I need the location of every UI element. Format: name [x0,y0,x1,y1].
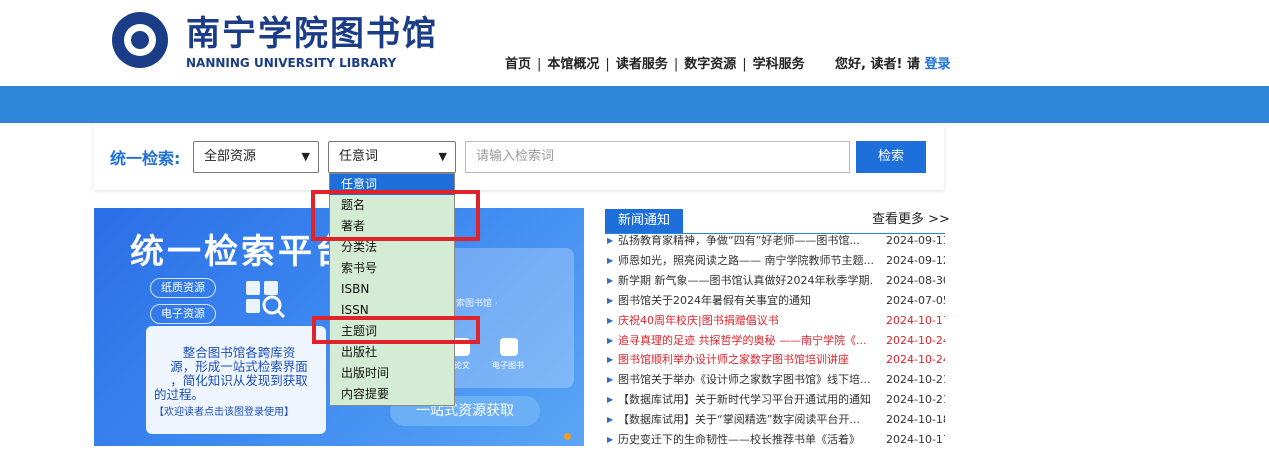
news-item[interactable]: ▶ 历史变迁下的生命韧性——校长推荐书单《活着》 2024-10-17 [605,432,945,448]
login-link[interactable]: 登录 [924,57,950,72]
news-divider [605,233,945,234]
news-item[interactable]: ▶ 庆祝40周年校庆|图书捐赠倡议书 2024-10-17 [605,313,945,329]
news-item[interactable]: ▶ 【数据库试用】关于“掌阅精选”数字阅读平台开... 2024-10-18 [605,412,945,428]
news-title[interactable]: 历史变迁下的生命韧性——校长推荐书单《活着》 [618,432,873,448]
banner-hint: 【欢迎读者点击该图登录使用】 [154,407,294,418]
bullet-triangle-icon: ▶ [607,375,614,385]
carousel-dot[interactable] [564,433,571,440]
news-title[interactable]: 【数据库试用】关于新时代学习平台开通试用的通知 [618,392,873,408]
nav-subject-services[interactable]: 学科服务 [753,57,805,72]
news-date: 2024-10-17 [886,433,945,446]
library-name-cn: 南宁学院图书馆 [186,14,438,54]
news-more-link[interactable]: 查看更多 >> [872,211,950,229]
news-title[interactable]: 图书馆关于2024年暑假有关事宜的通知 [618,293,873,309]
bullet-triangle-icon: ▶ [607,255,614,265]
news-item[interactable]: ▶ 【数据库试用】关于新时代学习平台开通试用的通知 2024-10-21 [605,392,945,408]
bullet-triangle-icon: ▶ [607,395,614,405]
nav-home[interactable]: 首页 [505,57,531,72]
highlight-box-title-author [311,190,480,241]
news-date: 2024-10-21 [886,373,945,387]
news-title[interactable]: 庆祝40周年校庆|图书捐赠倡议书 [618,313,873,329]
search-book-icon [246,281,286,318]
news-item[interactable]: ▶ 图书馆顺利举办设计师之家数字图书馆培训讲座 2024-10-24 [605,352,945,368]
bullet-triangle-icon: ▶ [607,335,614,345]
option-pub-date[interactable]: 出版时间 [330,363,454,384]
news-date: 2024-08-30 [886,273,945,287]
search-label: 统一检索: [110,149,181,168]
nav-digital-resources[interactable]: 数字资源 [684,57,736,72]
news-title[interactable]: 弘扬教育家精神，争做“四有”好老师——图书馆... [618,235,873,249]
news-title[interactable]: 追寻真理的足迹 共探哲学的奥秘 ——南宁学院《... [618,333,873,349]
news-date: 2024-10-17 [886,313,945,327]
bullet-triangle-icon: ▶ [607,355,614,365]
field-select[interactable]: 任意词 ▼ [328,141,456,173]
option-isbn[interactable]: ISBN [330,279,454,300]
chevron-down-icon: ▼ [438,150,447,163]
news-tab[interactable]: 新闻通知 [605,209,683,233]
search-input[interactable]: 请输入检索词 [465,141,850,173]
search-button[interactable]: 检索 [856,141,926,173]
bullet-triangle-icon: ▶ [607,295,614,305]
pill-electronic-resources: 电子资源 [150,304,216,324]
news-item[interactable]: ▶ 图书馆关于2024年暑假有关事宜的通知 2024-07-05 [605,293,945,309]
news-date: 2024-09-12 [886,253,945,267]
news-item[interactable]: ▶ 弘扬教育家精神，争做“四有”好老师——图书馆... 2024-09-13 [605,235,945,249]
chevron-down-icon: ▼ [301,150,310,163]
bullet-triangle-icon: ▶ [607,315,614,325]
option-call-number[interactable]: 索书号 [330,258,454,279]
highlight-box-subject [312,316,480,344]
news-date: 2024-10-21 [886,393,945,407]
news-date: 2024-10-24 [886,353,945,367]
news-date: 2024-09-13 [886,235,945,247]
news-list: ▶ 弘扬教育家精神，争做“四有”好老师——图书馆... 2024-09-13 ▶ 师恩如… [605,235,945,460]
bullet-triangle-icon: ▶ [607,415,614,425]
top-nav: 首页 | 本馆概况 | 读者服务 | 数字资源 | 学科服务 [505,57,805,72]
news-date: 2024-10-24 [886,333,945,347]
news-date: 2024-10-18 [886,413,945,427]
header-band [0,86,1269,123]
scope-select[interactable]: 全部资源 ▼ [193,141,319,173]
banner-description: 整合图书馆各跨库资 源，形成一站式检索界面 ，简化知识从发现到获取 的过程。 [154,345,308,402]
news-item[interactable]: ▶ 新学期 新气象——图书馆认真做好2024年秋季学期... 2024-08-30 [605,273,945,289]
user-greeting: 您好, 读者! 请 登录 [835,57,951,72]
news-title[interactable]: 图书馆顺利举办设计师之家数字图书馆培训讲座 [618,352,873,368]
news-date: 2024-07-05 [886,293,945,307]
option-abstract[interactable]: 内容提要 [330,384,454,405]
library-logo-seal [112,12,168,68]
news-title[interactable]: 【数据库试用】关于“掌阅精选”数字阅读平台开... [618,412,873,428]
news-item[interactable]: ▶ 师恩如光，照亮阅读之路—— 南宁学院教师节主题... 2024-09-12 [605,253,945,269]
nav-reader-services[interactable]: 读者服务 [616,57,668,72]
nav-about[interactable]: 本馆概况 [547,57,599,72]
news-item[interactable]: ▶ 图书馆关于举办《设计师之家数字图书馆》线下培... 2024-10-21 [605,372,945,388]
news-item[interactable]: ▶ 追寻真理的足迹 共探哲学的奥秘 ——南宁学院《... 2024-10-24 [605,333,945,349]
library-name-en: NANNING UNIVERSITY LIBRARY [186,56,397,70]
bullet-triangle-icon: ▶ [607,236,614,245]
bullet-triangle-icon: ▶ [607,435,614,444]
pill-paper-resources: 纸质资源 [150,278,216,298]
news-title[interactable]: 新学期 新气象——图书馆认真做好2024年秋季学期... [618,273,873,289]
option-publisher[interactable]: 出版社 [330,342,454,363]
news-title[interactable]: 图书馆关于举办《设计师之家数字图书馆》线下培... [618,372,873,388]
ebook-app-icon [500,338,518,356]
bullet-triangle-icon: ▶ [607,275,614,285]
news-title[interactable]: 师恩如光，照亮阅读之路—— 南宁学院教师节主题... [618,253,873,269]
